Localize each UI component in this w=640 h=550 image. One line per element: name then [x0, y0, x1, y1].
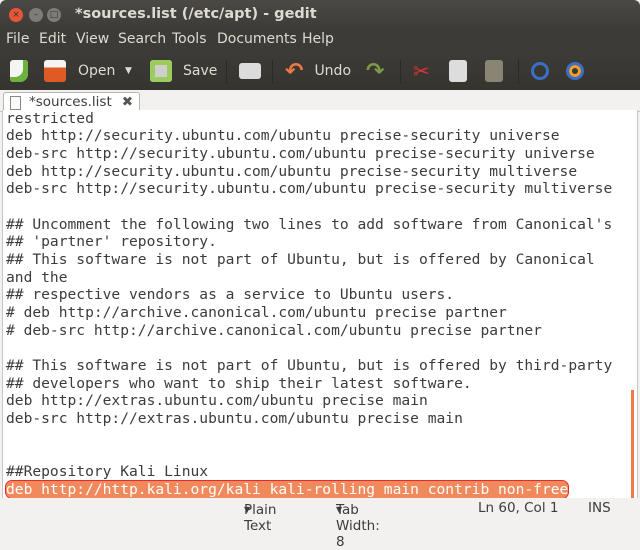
open-button[interactable]: Open [44, 58, 115, 84]
menu-tools[interactable]: Tools [172, 31, 207, 47]
editor-line: ## Uncomment the following two lines to … [6, 215, 613, 233]
editor-line: ## This software is not part of Ubuntu, … [6, 250, 595, 268]
editor-line: ##Repository Kali Linux [6, 462, 209, 480]
editor-line: ## developers who want to ship their lat… [6, 374, 472, 392]
separator [272, 60, 273, 84]
paste-icon [485, 60, 503, 82]
toolbar: Open ▼ Save ↶ Undo ↷ ✂ [0, 52, 640, 90]
search-icon [531, 62, 549, 80]
find-replace-icon [566, 62, 584, 80]
separator [226, 60, 227, 84]
menu-help[interactable]: Help [302, 31, 334, 47]
menu-bar: File Edit View Search Tools Documents He… [0, 30, 640, 52]
copy-icon [449, 60, 467, 82]
save-icon [150, 60, 172, 82]
cut-button[interactable]: ✂ [413, 58, 430, 84]
menu-file[interactable]: File [6, 31, 29, 47]
editor-line: # deb http://archive.canonical.com/ubunt… [6, 303, 507, 321]
editor-line: deb-src http://security.ubuntu.com/ubunt… [6, 144, 595, 162]
undo-button[interactable]: ↶ Undo [285, 58, 351, 84]
editor-line: ## respective vendors as a service to Ub… [6, 286, 455, 304]
text-editor[interactable]: restricted deb http://security.ubuntu.com… [2, 110, 638, 498]
tab-label: *sources.list [29, 94, 112, 110]
menu-search[interactable]: Search [118, 31, 166, 47]
editor-line: deb http://security.ubuntu.com/ubuntu pr… [6, 162, 578, 180]
scrollbar[interactable] [631, 390, 634, 498]
editor-line: and the [6, 268, 68, 286]
tab-width-selector[interactable]: Tab Width: 8 ▼ [336, 500, 380, 550]
editor-lines: restricted deb http://security.ubuntu.com… [4, 110, 613, 498]
undo-label: Undo [314, 63, 352, 79]
window-title: *sources.list (/etc/apt) - gedit [75, 6, 317, 22]
open-dropdown-icon[interactable]: ▼ [125, 58, 132, 84]
redo-icon: ↷ [366, 58, 385, 84]
status-bar: Plain Text ▼ Tab Width: 8 ▼ Ln 60, Col 1… [0, 498, 640, 550]
paste-button[interactable] [485, 58, 503, 84]
editor-line: deb-src http://extras.ubuntu.com/ubuntu … [6, 409, 463, 427]
minimize-window-button[interactable]: – [29, 8, 43, 22]
tab-bar: *sources.list ✖ [0, 90, 640, 113]
editor-line: deb http://extras.ubuntu.com/ubuntu prec… [6, 392, 428, 410]
printer-icon [239, 63, 261, 79]
editor-line: restricted [6, 110, 94, 127]
editor-line: deb http://http.kali.org/kali kali-rolli… [4, 479, 612, 498]
menu-view[interactable]: View [76, 31, 109, 47]
menu-documents[interactable]: Documents [217, 31, 297, 47]
menu-edit[interactable]: Edit [39, 31, 66, 47]
undo-icon: ↶ [285, 58, 304, 84]
highlighted-line: deb http://http.kali.org/kali kali-rolli… [4, 479, 570, 498]
language-selector[interactable]: Plain Text ▼ [244, 500, 276, 534]
new-document-icon [10, 60, 28, 82]
copy-button[interactable] [449, 58, 467, 84]
redo-button[interactable]: ↷ [366, 58, 384, 84]
insert-mode: INS [588, 500, 611, 516]
close-window-button[interactable]: × [9, 8, 23, 22]
save-button[interactable]: Save [150, 58, 217, 84]
editor-line: ## 'partner' repository. [6, 233, 217, 251]
cursor-position: Ln 60, Col 1 [478, 500, 559, 516]
folder-icon [44, 60, 66, 82]
scissors-icon: ✂ [413, 59, 430, 83]
open-label: Open [78, 63, 116, 79]
separator [518, 60, 519, 84]
separator [400, 60, 401, 84]
editor-line: deb-src http://security.ubuntu.com/ubunt… [6, 180, 613, 198]
editor-line: ## This software is not part of Ubuntu, … [6, 356, 613, 374]
maximize-window-button[interactable]: □ [47, 8, 61, 22]
print-button[interactable] [239, 58, 261, 84]
new-button[interactable] [10, 58, 28, 84]
title-bar: × – □ *sources.list (/etc/apt) - gedit [0, 0, 640, 30]
save-label: Save [183, 63, 218, 79]
find-button[interactable] [531, 58, 549, 84]
replace-button[interactable] [566, 58, 584, 84]
editor-line: # deb-src http://archive.canonical.com/u… [6, 321, 542, 339]
editor-line: deb http://security.ubuntu.com/ubuntu pr… [6, 127, 560, 145]
document-icon [10, 96, 21, 110]
